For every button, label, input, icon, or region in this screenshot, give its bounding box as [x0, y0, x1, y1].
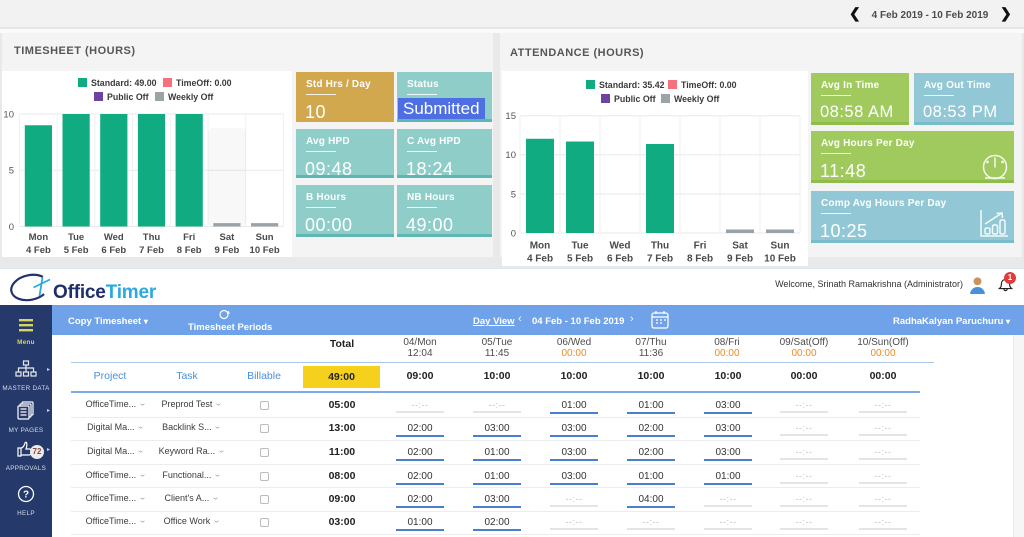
svg-text:Wed: Wed	[104, 232, 124, 243]
svg-text:5 Feb: 5 Feb	[64, 245, 89, 256]
svg-text:Standard: 35.42: Standard: 35.42	[599, 80, 665, 90]
svg-text:Weekly Off: Weekly Off	[674, 94, 719, 104]
svg-text:Sat: Sat	[220, 232, 236, 243]
svg-text:7 Feb: 7 Feb	[139, 245, 164, 256]
svg-text:10 Feb: 10 Feb	[250, 245, 280, 256]
svg-text:10: 10	[505, 150, 516, 161]
svg-text:0: 0	[511, 229, 516, 240]
svg-text:5: 5	[511, 189, 516, 200]
svg-text:9 Feb: 9 Feb	[727, 254, 753, 265]
svg-text:8 Feb: 8 Feb	[177, 245, 202, 256]
svg-text:TimeOff: 0.00: TimeOff: 0.00	[681, 80, 737, 90]
svg-text:Weekly Off: Weekly Off	[168, 92, 213, 102]
svg-text:Fri: Fri	[183, 232, 195, 243]
svg-text:Tue: Tue	[571, 241, 588, 252]
svg-text:TimeOff: 0.00: TimeOff: 0.00	[176, 78, 232, 88]
svg-text:Tue: Tue	[68, 232, 84, 243]
svg-text:Sun: Sun	[771, 241, 790, 252]
svg-text:?: ?	[23, 490, 29, 501]
svg-text:Public Off: Public Off	[107, 92, 149, 102]
svg-text:10 Feb: 10 Feb	[764, 254, 796, 265]
svg-text:Fri: Fri	[694, 241, 707, 252]
svg-text:Public Off: Public Off	[614, 94, 656, 104]
svg-text:4 Feb: 4 Feb	[527, 254, 553, 265]
svg-text:Thu: Thu	[143, 232, 161, 243]
svg-text:Standard: 49.00: Standard: 49.00	[91, 78, 157, 88]
svg-text:5: 5	[9, 166, 14, 177]
svg-text:Wed: Wed	[610, 241, 631, 252]
svg-text:Thu: Thu	[651, 241, 669, 252]
svg-text:Mon: Mon	[530, 241, 551, 252]
svg-text:0: 0	[9, 222, 14, 233]
svg-text:Sun: Sun	[256, 232, 274, 243]
svg-text:8 Feb: 8 Feb	[687, 254, 713, 265]
svg-text:7 Feb: 7 Feb	[647, 254, 673, 265]
svg-text:4 Feb: 4 Feb	[26, 245, 51, 256]
svg-text:5 Feb: 5 Feb	[567, 254, 593, 265]
svg-text:Mon: Mon	[29, 232, 49, 243]
svg-text:10: 10	[3, 110, 14, 121]
svg-text:6 Feb: 6 Feb	[101, 245, 126, 256]
svg-text:6 Feb: 6 Feb	[607, 254, 633, 265]
svg-text:9 Feb: 9 Feb	[214, 245, 239, 256]
svg-text:15: 15	[505, 111, 516, 122]
svg-text:Sat: Sat	[732, 241, 748, 252]
